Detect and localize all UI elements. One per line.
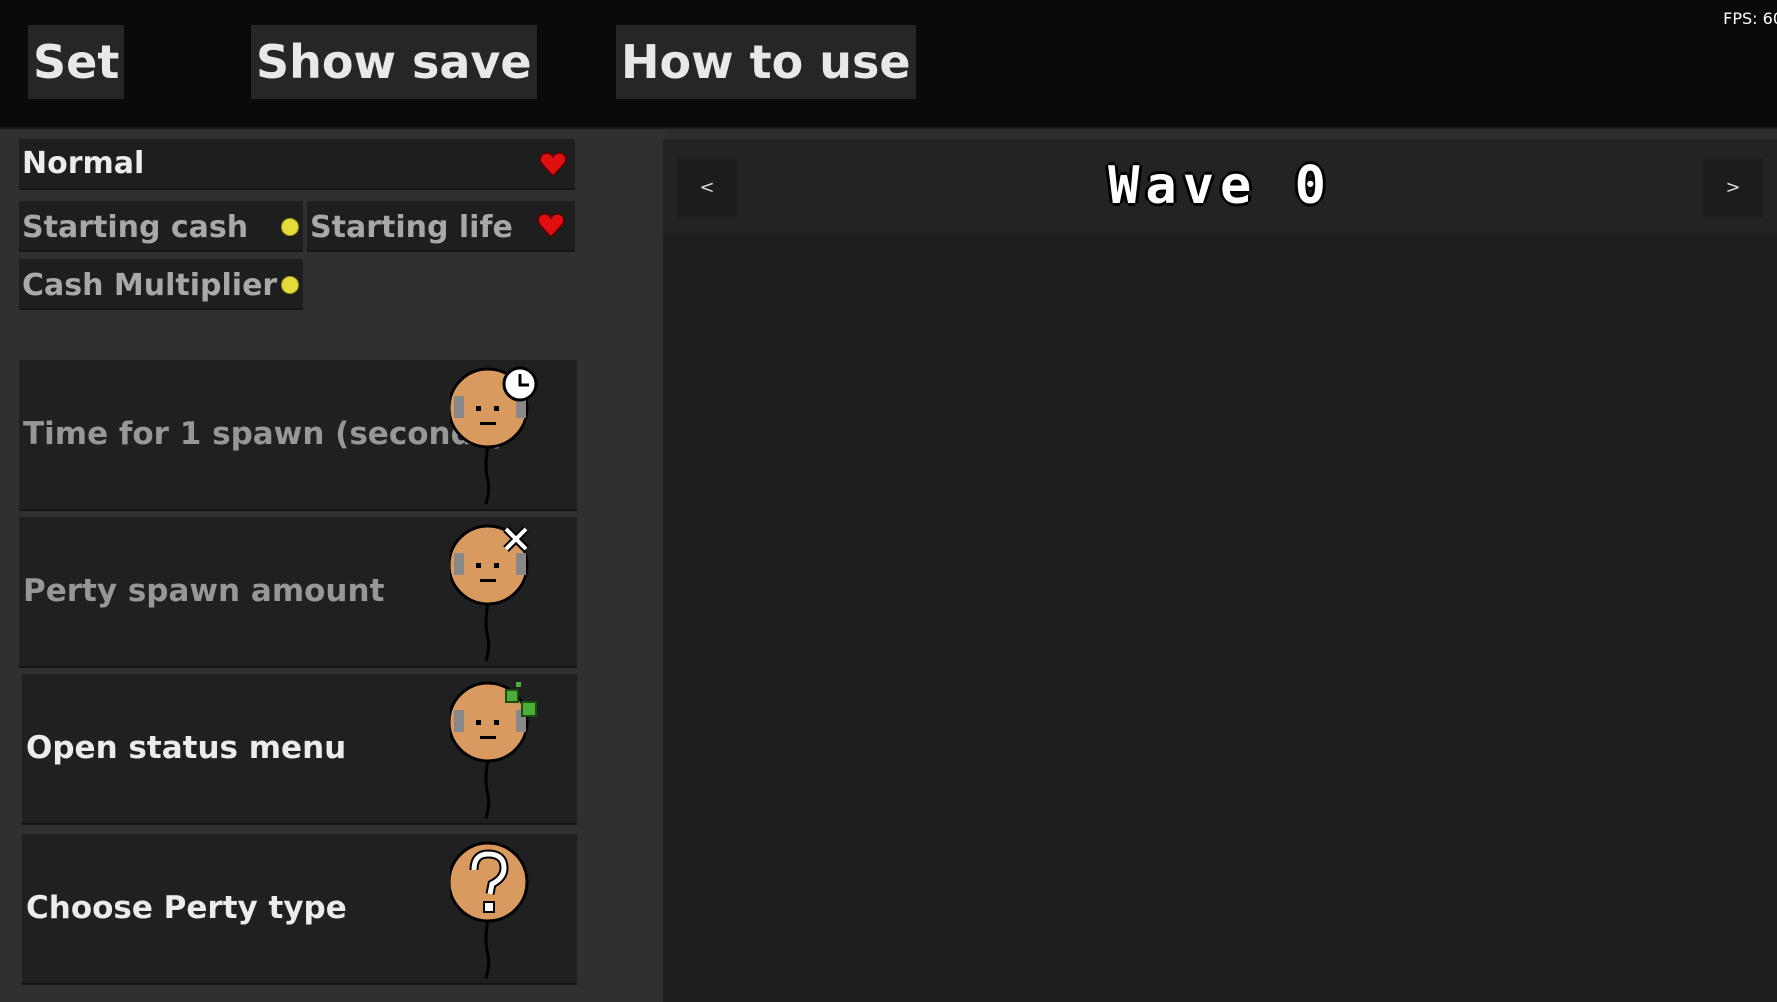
heart-icon	[539, 152, 567, 178]
wave-panel: Wave 0 < >	[663, 139, 1777, 1002]
show-save-button[interactable]: Show save	[251, 25, 537, 99]
cash-multiplier-label: Cash Multiplier	[22, 268, 278, 303]
coin-icon	[281, 218, 299, 236]
perty-type-card[interactable]: Choose Perty type	[22, 834, 577, 985]
previous-wave-button[interactable]: <	[677, 159, 737, 217]
starting-life-label: Starting life	[310, 210, 513, 245]
starting-cash-label: Starting cash	[22, 210, 249, 245]
status-balloon-icon	[450, 681, 537, 819]
difficulty-selector[interactable]: Normal	[19, 139, 575, 190]
how-to-use-button[interactable]: How to use	[616, 25, 916, 99]
spawn-time-label: Time for 1 spawn (seconds)	[23, 416, 506, 452]
wave-header: Wave 0 < >	[663, 139, 1777, 233]
set-button[interactable]: Set	[28, 25, 125, 99]
fps-counter: FPS: 60	[1723, 9, 1777, 28]
multiply-balloon-icon	[450, 524, 529, 662]
clock-balloon-icon	[450, 366, 538, 505]
difficulty-label: Normal	[22, 146, 145, 181]
wave-title: Wave 0	[1108, 156, 1332, 216]
perty-type-label: Choose Perty type	[26, 890, 347, 926]
question-balloon-icon	[450, 841, 529, 979]
status-menu-card[interactable]: Open status menu	[22, 674, 577, 825]
next-wave-button[interactable]: >	[1703, 159, 1763, 217]
settings-panel: Normal Starting cash Starting life Cash …	[0, 129, 665, 1002]
cash-multiplier-field[interactable]: Cash Multiplier	[19, 259, 303, 310]
heart-icon	[537, 213, 565, 239]
top-toolbar: Set Show save How to use FPS: 60	[0, 0, 1777, 129]
spawn-amount-label: Perty spawn amount	[23, 573, 385, 609]
status-menu-label: Open status menu	[26, 730, 347, 766]
coin-icon	[281, 276, 299, 294]
spawn-time-card[interactable]: Time for 1 spawn (seconds)	[19, 360, 577, 511]
starting-life-field[interactable]: Starting life	[307, 201, 575, 252]
starting-cash-field[interactable]: Starting cash	[19, 201, 303, 252]
spawn-amount-card[interactable]: Perty spawn amount	[19, 517, 577, 668]
